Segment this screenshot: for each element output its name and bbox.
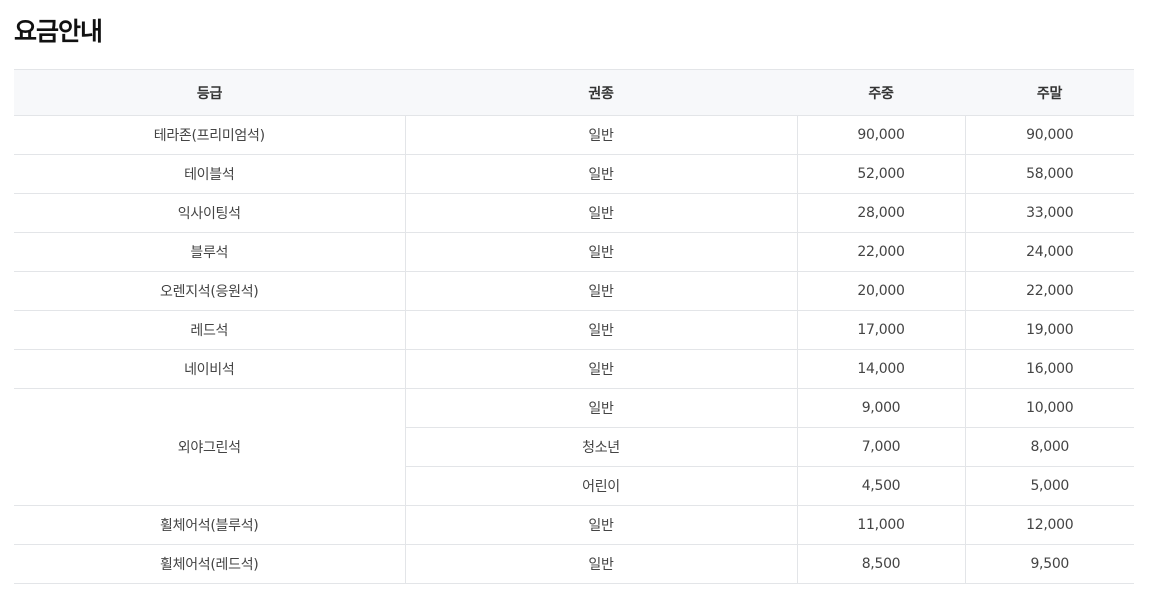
ticket-type-cell: 일반	[404, 544, 797, 584]
table-row: 익사이팅석 일반 28,000 33,000	[14, 193, 1134, 233]
weekday-price-cell: 7,000	[796, 427, 965, 467]
price-table: 등급 권종 주중 주말 테라존(프리미엄석) 일반 90,000 90,000 …	[14, 69, 1134, 584]
table-row: 테라존(프리미엄석) 일반 90,000 90,000	[14, 115, 1134, 155]
weekend-price-cell: 90,000	[964, 115, 1134, 155]
weekend-price-cell: 58,000	[964, 154, 1134, 194]
table-header-row: 등급 권종 주중 주말	[14, 69, 1134, 116]
table-row: 테이블석 일반 52,000 58,000	[14, 154, 1134, 194]
table-row: 레드석 일반 17,000 19,000	[14, 310, 1134, 350]
weekend-price-cell: 10,000	[964, 388, 1134, 428]
weekend-price-cell: 19,000	[964, 310, 1134, 350]
ticket-type-cell: 어린이	[404, 466, 797, 506]
grade-cell: 테이블석	[14, 154, 405, 194]
header-weekday: 주중	[797, 69, 965, 116]
weekend-price-cell: 16,000	[964, 349, 1134, 389]
grade-cell: 오렌지석(응원석)	[14, 271, 405, 311]
ticket-type-cell: 일반	[404, 388, 797, 428]
weekend-price-cell: 8,000	[964, 427, 1134, 467]
ticket-type-cell: 일반	[404, 115, 797, 155]
grade-cell: 블루석	[14, 232, 405, 272]
weekend-price-cell: 5,000	[964, 466, 1134, 506]
grade-cell: 외야그린석	[14, 388, 405, 506]
grade-cell: 휠체어석(레드석)	[14, 544, 405, 584]
ticket-type-cell: 일반	[404, 271, 797, 311]
weekday-price-cell: 52,000	[796, 154, 965, 194]
ticket-type-cell: 일반	[404, 505, 797, 545]
table-row: 휠체어석(레드석) 일반 8,500 9,500	[14, 544, 1134, 584]
ticket-type-cell: 일반	[404, 154, 797, 194]
table-row: 블루석 일반 22,000 24,000	[14, 232, 1134, 272]
grade-cell: 레드석	[14, 310, 405, 350]
ticket-type-cell: 청소년	[404, 427, 797, 467]
weekday-price-cell: 4,500	[796, 466, 965, 506]
table-row: 외야그린석 일반 9,000 10,000	[14, 388, 1134, 506]
weekday-price-cell: 9,000	[796, 388, 965, 428]
weekend-price-cell: 12,000	[964, 505, 1134, 545]
page-title: 요금안내	[14, 17, 103, 46]
weekday-price-cell: 17,000	[796, 310, 965, 350]
grade-cell: 테라존(프리미엄석)	[14, 115, 405, 155]
weekday-price-cell: 8,500	[796, 544, 965, 584]
weekend-price-cell: 22,000	[964, 271, 1134, 311]
weekend-price-cell: 9,500	[964, 544, 1134, 584]
grade-cell: 휠체어석(블루석)	[14, 505, 405, 545]
weekday-price-cell: 20,000	[796, 271, 965, 311]
header-ticket-type: 권종	[405, 69, 797, 116]
weekday-price-cell: 90,000	[796, 115, 965, 155]
header-grade: 등급	[14, 69, 405, 116]
grade-cell: 익사이팅석	[14, 193, 405, 233]
ticket-type-cell: 일반	[404, 232, 797, 272]
weekday-price-cell: 14,000	[796, 349, 965, 389]
table-row: 오렌지석(응원석) 일반 20,000 22,000	[14, 271, 1134, 311]
ticket-type-cell: 일반	[404, 349, 797, 389]
table-row: 휠체어석(블루석) 일반 11,000 12,000	[14, 505, 1134, 545]
weekday-price-cell: 28,000	[796, 193, 965, 233]
weekend-price-cell: 33,000	[964, 193, 1134, 233]
weekend-price-cell: 24,000	[964, 232, 1134, 272]
weekday-price-cell: 22,000	[796, 232, 965, 272]
ticket-type-cell: 일반	[404, 193, 797, 233]
table-row: 네이비석 일반 14,000 16,000	[14, 349, 1134, 389]
ticket-type-cell: 일반	[404, 310, 797, 350]
header-weekend: 주말	[965, 69, 1134, 116]
grade-cell: 네이비석	[14, 349, 405, 389]
weekday-price-cell: 11,000	[796, 505, 965, 545]
